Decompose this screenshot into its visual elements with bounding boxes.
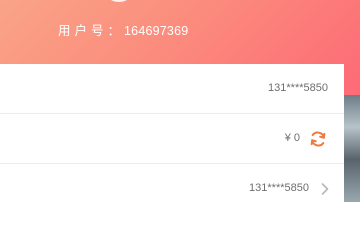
user-id-label: 用户号： — [58, 24, 125, 38]
bound-phone-value: 131****5850 — [249, 182, 309, 194]
chevron-right-icon — [321, 183, 329, 195]
user-id-value: 164697369 — [124, 24, 189, 38]
refresh-icon[interactable] — [308, 129, 328, 149]
balance-row: ¥ 0 — [0, 114, 344, 164]
background-photo-edge — [344, 95, 360, 202]
user-id: 用户号：164697369 — [58, 20, 188, 39]
account-phone-row: 131****5850 — [0, 64, 344, 114]
account-info-card: 131****5850 ¥ 0 131****5850 — [0, 64, 344, 202]
balance-value: ¥ 0 — [284, 132, 300, 144]
account-phone-value: 131****5850 — [268, 82, 328, 94]
bound-phone-row[interactable]: 131****5850 — [0, 164, 344, 214]
